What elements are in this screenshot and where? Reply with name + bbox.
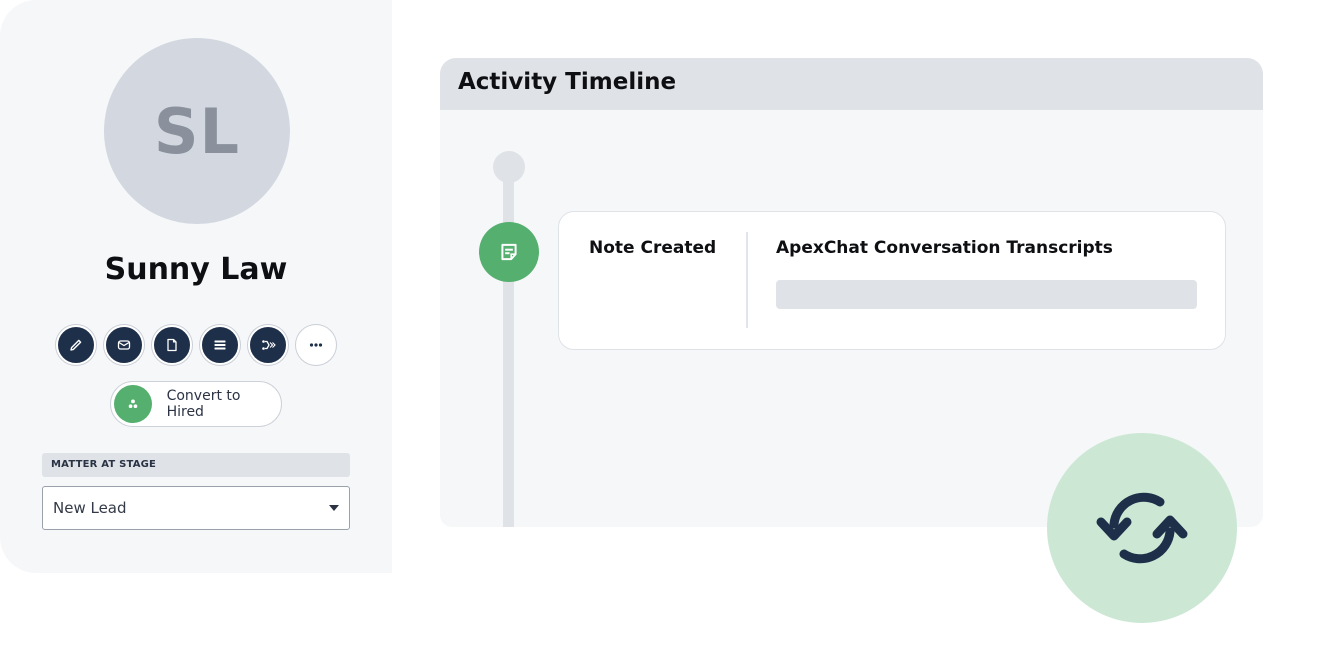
convert-to-hired-button[interactable]: Convert to Hired <box>110 381 282 427</box>
branch-arrow-icon <box>262 340 276 350</box>
matter-stage-select[interactable]: New Lead <box>42 486 350 530</box>
pencil-icon <box>70 339 82 351</box>
timeline-title: Activity Timeline <box>458 69 677 95</box>
event-type: Note Created <box>589 238 717 258</box>
event-title: ApexChat Conversation Transcripts <box>776 238 1113 258</box>
document-button[interactable] <box>152 325 192 365</box>
timeline-header: Activity Timeline <box>440 58 1263 110</box>
envelope-icon <box>117 340 131 350</box>
avatar-initials: SL <box>153 94 241 168</box>
person-group-icon <box>114 385 152 423</box>
matter-stage-label: MATTER AT STAGE <box>42 453 350 477</box>
list-button[interactable] <box>200 325 240 365</box>
document-icon <box>167 338 177 352</box>
timeline-event-card[interactable]: Note Created ApexChat Conversation Trans… <box>558 211 1226 350</box>
email-button[interactable] <box>104 325 144 365</box>
workflow-button[interactable] <box>248 325 288 365</box>
more-button[interactable] <box>296 325 336 365</box>
event-divider <box>746 232 748 328</box>
timeline-track <box>503 166 514 527</box>
event-content-placeholder <box>776 280 1197 309</box>
note-icon <box>479 222 539 282</box>
convert-to-hired-label: Convert to Hired <box>166 388 241 420</box>
quick-action-bar <box>56 325 336 365</box>
sync-badge <box>1047 433 1237 623</box>
sync-arrows-icon <box>1096 492 1188 564</box>
chevron-down-icon <box>329 505 339 511</box>
edit-button[interactable] <box>56 325 96 365</box>
avatar: SL <box>104 38 290 224</box>
more-horizontal-icon <box>309 343 323 347</box>
matter-stage-value: New Lead <box>53 499 127 517</box>
stacked-list-icon <box>214 340 226 350</box>
contact-name: Sunny Law <box>104 252 288 287</box>
timeline-start-dot <box>493 151 525 183</box>
contact-profile-panel: SL Sunny Law Convert to Hired MATTER AT … <box>0 0 392 573</box>
